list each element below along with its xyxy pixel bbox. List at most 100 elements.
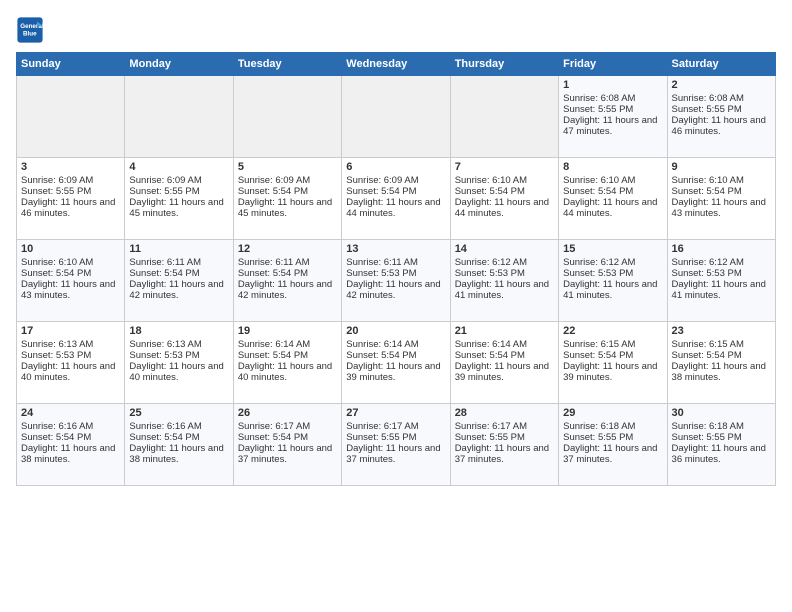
day-info: Daylight: 11 hours and 40 minutes. <box>238 361 337 383</box>
day-cell: 16Sunrise: 6:12 AMSunset: 5:53 PMDayligh… <box>667 240 775 322</box>
day-number: 6 <box>346 161 445 173</box>
day-number: 21 <box>455 325 554 337</box>
day-cell: 10Sunrise: 6:10 AMSunset: 5:54 PMDayligh… <box>17 240 125 322</box>
day-number: 28 <box>455 407 554 419</box>
day-number: 20 <box>346 325 445 337</box>
day-number: 23 <box>672 325 771 337</box>
day-info: Sunset: 5:53 PM <box>129 350 228 361</box>
col-thursday: Thursday <box>450 53 558 76</box>
day-info: Sunset: 5:54 PM <box>21 432 120 443</box>
day-cell: 28Sunrise: 6:17 AMSunset: 5:55 PMDayligh… <box>450 404 558 486</box>
svg-text:General: General <box>20 23 44 30</box>
day-number: 1 <box>563 79 662 91</box>
day-info: Sunset: 5:54 PM <box>21 268 120 279</box>
day-info: Daylight: 11 hours and 37 minutes. <box>238 443 337 465</box>
week-row-1: 3Sunrise: 6:09 AMSunset: 5:55 PMDaylight… <box>17 158 776 240</box>
col-monday: Monday <box>125 53 233 76</box>
day-info: Sunset: 5:55 PM <box>672 104 771 115</box>
day-number: 19 <box>238 325 337 337</box>
day-number: 9 <box>672 161 771 173</box>
day-cell: 7Sunrise: 6:10 AMSunset: 5:54 PMDaylight… <box>450 158 558 240</box>
day-info: Sunrise: 6:09 AM <box>346 175 445 186</box>
day-cell <box>125 76 233 158</box>
day-info: Daylight: 11 hours and 37 minutes. <box>455 443 554 465</box>
week-row-3: 17Sunrise: 6:13 AMSunset: 5:53 PMDayligh… <box>17 322 776 404</box>
day-info: Sunrise: 6:10 AM <box>21 257 120 268</box>
day-info: Sunrise: 6:12 AM <box>455 257 554 268</box>
day-info: Daylight: 11 hours and 39 minutes. <box>563 361 662 383</box>
day-cell: 3Sunrise: 6:09 AMSunset: 5:55 PMDaylight… <box>17 158 125 240</box>
day-info: Sunset: 5:53 PM <box>21 350 120 361</box>
day-info: Sunset: 5:54 PM <box>238 186 337 197</box>
day-info: Sunset: 5:55 PM <box>563 104 662 115</box>
day-info: Sunset: 5:53 PM <box>563 268 662 279</box>
day-cell: 15Sunrise: 6:12 AMSunset: 5:53 PMDayligh… <box>559 240 667 322</box>
day-info: Daylight: 11 hours and 41 minutes. <box>672 279 771 301</box>
day-number: 27 <box>346 407 445 419</box>
day-info: Daylight: 11 hours and 37 minutes. <box>563 443 662 465</box>
day-cell: 26Sunrise: 6:17 AMSunset: 5:54 PMDayligh… <box>233 404 341 486</box>
day-info: Sunrise: 6:15 AM <box>563 339 662 350</box>
day-cell <box>17 76 125 158</box>
day-info: Sunset: 5:55 PM <box>346 432 445 443</box>
day-info: Sunset: 5:55 PM <box>672 432 771 443</box>
day-number: 12 <box>238 243 337 255</box>
day-number: 5 <box>238 161 337 173</box>
day-info: Daylight: 11 hours and 45 minutes. <box>129 197 228 219</box>
day-info: Daylight: 11 hours and 44 minutes. <box>346 197 445 219</box>
header: General Blue <box>16 12 776 44</box>
day-info: Daylight: 11 hours and 41 minutes. <box>455 279 554 301</box>
day-info: Daylight: 11 hours and 45 minutes. <box>238 197 337 219</box>
day-info: Sunrise: 6:12 AM <box>672 257 771 268</box>
day-info: Sunrise: 6:11 AM <box>238 257 337 268</box>
col-friday: Friday <box>559 53 667 76</box>
day-info: Daylight: 11 hours and 36 minutes. <box>672 443 771 465</box>
day-info: Sunrise: 6:14 AM <box>238 339 337 350</box>
day-info: Sunrise: 6:18 AM <box>672 421 771 432</box>
day-info: Sunrise: 6:10 AM <box>563 175 662 186</box>
day-info: Sunset: 5:54 PM <box>563 350 662 361</box>
day-cell: 27Sunrise: 6:17 AMSunset: 5:55 PMDayligh… <box>342 404 450 486</box>
day-info: Sunset: 5:53 PM <box>672 268 771 279</box>
day-cell: 23Sunrise: 6:15 AMSunset: 5:54 PMDayligh… <box>667 322 775 404</box>
day-info: Sunset: 5:54 PM <box>129 432 228 443</box>
day-number: 17 <box>21 325 120 337</box>
day-info: Daylight: 11 hours and 38 minutes. <box>129 443 228 465</box>
col-sunday: Sunday <box>17 53 125 76</box>
svg-text:Blue: Blue <box>23 31 37 38</box>
day-number: 8 <box>563 161 662 173</box>
day-info: Sunset: 5:55 PM <box>21 186 120 197</box>
day-number: 4 <box>129 161 228 173</box>
day-cell: 24Sunrise: 6:16 AMSunset: 5:54 PMDayligh… <box>17 404 125 486</box>
day-info: Daylight: 11 hours and 42 minutes. <box>346 279 445 301</box>
day-info: Sunrise: 6:10 AM <box>455 175 554 186</box>
day-cell: 22Sunrise: 6:15 AMSunset: 5:54 PMDayligh… <box>559 322 667 404</box>
day-info: Sunset: 5:54 PM <box>346 186 445 197</box>
day-number: 14 <box>455 243 554 255</box>
day-info: Daylight: 11 hours and 38 minutes. <box>672 361 771 383</box>
week-row-2: 10Sunrise: 6:10 AMSunset: 5:54 PMDayligh… <box>17 240 776 322</box>
day-number: 15 <box>563 243 662 255</box>
day-info: Sunrise: 6:16 AM <box>21 421 120 432</box>
day-info: Daylight: 11 hours and 46 minutes. <box>672 115 771 137</box>
day-cell <box>342 76 450 158</box>
day-number: 26 <box>238 407 337 419</box>
week-row-0: 1Sunrise: 6:08 AMSunset: 5:55 PMDaylight… <box>17 76 776 158</box>
day-info: Sunrise: 6:16 AM <box>129 421 228 432</box>
day-info: Sunset: 5:54 PM <box>238 350 337 361</box>
day-info: Daylight: 11 hours and 46 minutes. <box>21 197 120 219</box>
day-cell: 9Sunrise: 6:10 AMSunset: 5:54 PMDaylight… <box>667 158 775 240</box>
day-cell: 8Sunrise: 6:10 AMSunset: 5:54 PMDaylight… <box>559 158 667 240</box>
day-info: Daylight: 11 hours and 44 minutes. <box>455 197 554 219</box>
day-info: Sunrise: 6:14 AM <box>346 339 445 350</box>
day-cell: 29Sunrise: 6:18 AMSunset: 5:55 PMDayligh… <box>559 404 667 486</box>
day-info: Sunset: 5:54 PM <box>672 350 771 361</box>
day-cell: 21Sunrise: 6:14 AMSunset: 5:54 PMDayligh… <box>450 322 558 404</box>
day-info: Daylight: 11 hours and 40 minutes. <box>129 361 228 383</box>
day-info: Daylight: 11 hours and 41 minutes. <box>563 279 662 301</box>
day-info: Daylight: 11 hours and 42 minutes. <box>129 279 228 301</box>
day-number: 30 <box>672 407 771 419</box>
col-tuesday: Tuesday <box>233 53 341 76</box>
day-info: Sunrise: 6:11 AM <box>346 257 445 268</box>
day-number: 25 <box>129 407 228 419</box>
